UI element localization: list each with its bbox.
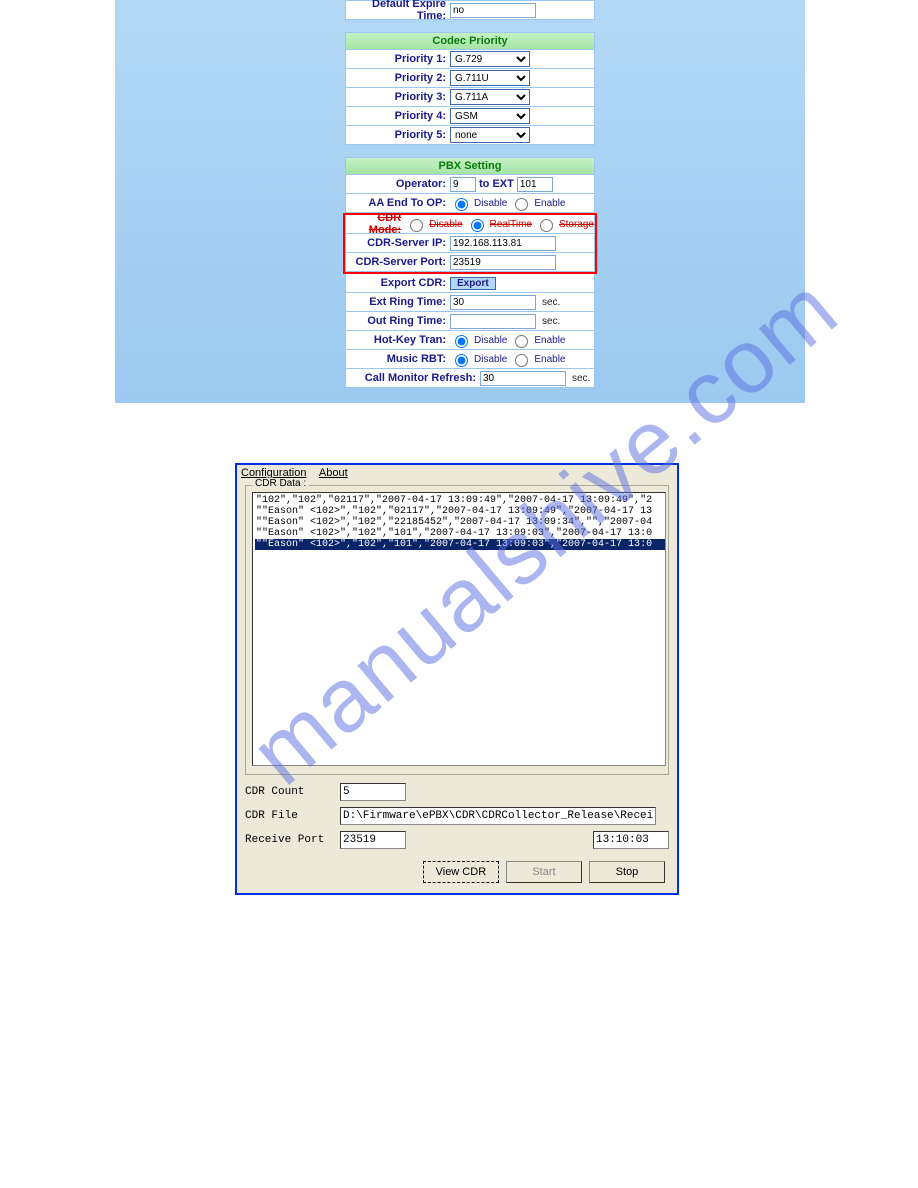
start-button[interactable]: Start [506, 861, 582, 883]
cdr-count-value [340, 783, 406, 801]
cdr-file-value [340, 807, 656, 825]
cdr-mode-disable-text: Disable [429, 219, 462, 230]
default-expire-label: Default Expire Time: [346, 0, 450, 22]
aa-end-disable-radio[interactable] [455, 198, 468, 211]
cdr-mode-storage-radio[interactable] [540, 219, 553, 232]
view-cdr-button[interactable]: View CDR [423, 861, 499, 883]
hotkey-enable-text: Enable [534, 335, 565, 346]
out-ring-label: Out Ring Time: [346, 315, 450, 327]
cdr-count-label: CDR Count [245, 786, 340, 798]
music-rbt-label: Music RBT: [346, 353, 450, 365]
cdr-data-listbox[interactable]: "102","102","02117","2007-04-17 13:09:49… [252, 492, 666, 766]
codec-priority-title: Codec Priority [345, 32, 595, 50]
priority-4-label: Priority 4: [346, 110, 450, 122]
priority-5-select[interactable]: none [450, 127, 530, 143]
ext-ring-label: Ext Ring Time: [346, 296, 450, 308]
cdr-server-port-input[interactable] [450, 255, 556, 270]
priority-2-select[interactable]: G.711U [450, 70, 530, 86]
hotkey-enable-radio[interactable] [515, 335, 528, 348]
aa-end-label: AA End To OP: [346, 197, 450, 209]
hotkey-disable-radio[interactable] [455, 335, 468, 348]
cdr-file-label: CDR File [245, 810, 340, 822]
priority-3-label: Priority 3: [346, 91, 450, 103]
cdr-mode-realtime-radio[interactable] [471, 219, 484, 232]
cdr-server-ip-input[interactable] [450, 236, 556, 251]
call-monitor-label: Call Monitor Refresh: [346, 372, 480, 384]
operator-input-1[interactable] [450, 177, 476, 192]
cdr-mode-realtime-text: RealTime [490, 219, 532, 230]
aa-end-enable-radio[interactable] [515, 198, 528, 211]
receive-time-value [593, 831, 669, 849]
cdr-data-title: CDR Data : [252, 478, 309, 489]
receive-port-value [340, 831, 406, 849]
cdr-fields: CDR Count CDR File Receive Port [245, 783, 669, 849]
music-rbt-disable-text: Disable [474, 354, 507, 365]
export-button[interactable]: Export [450, 277, 496, 290]
cdr-highlight-box: CDR Mode: Disable RealTime Storage CDR-S… [343, 213, 597, 274]
hotkey-label: Hot-Key Tran: [346, 334, 450, 346]
priority-5-label: Priority 5: [346, 129, 450, 141]
button-row: View CDR Start Stop [237, 855, 677, 893]
pbx-setting-title: PBX Setting [345, 157, 595, 175]
cdr-line-selected[interactable]: ""Eason" <102>","102","101","2007-04-17 … [255, 539, 665, 550]
cdr-mode-disable-radio[interactable] [410, 219, 423, 232]
receive-port-label: Receive Port [245, 834, 340, 846]
call-monitor-input[interactable] [480, 371, 566, 386]
call-monitor-unit: sec. [569, 373, 593, 384]
out-ring-unit: sec. [539, 316, 563, 327]
aa-end-enable-text: Enable [534, 198, 565, 209]
cdr-collector-window: Configuration About CDR Data : "102","10… [235, 463, 679, 895]
menu-about[interactable]: About [319, 467, 348, 479]
out-ring-input[interactable] [450, 314, 536, 329]
cdr-server-port-label: CDR-Server Port: [346, 256, 450, 268]
priority-3-select[interactable]: G.711A [450, 89, 530, 105]
priority-1-label: Priority 1: [346, 53, 450, 65]
operator-input-2[interactable] [517, 177, 553, 192]
cdr-data-groupbox: CDR Data : "102","102","02117","2007-04-… [245, 485, 669, 775]
operator-mid-text: to EXT [479, 178, 514, 190]
music-rbt-disable-radio[interactable] [455, 354, 468, 367]
operator-label: Operator: [346, 178, 450, 190]
export-cdr-label: Export CDR: [346, 277, 450, 289]
cdr-line[interactable]: ""Eason" <102>","102","02117","2007-04-1… [255, 506, 665, 517]
cdr-line[interactable]: "102","102","02117","2007-04-17 13:09:49… [255, 495, 665, 506]
cdr-mode-storage-text: Storage [559, 219, 594, 230]
aa-end-disable-text: Disable [474, 198, 507, 209]
ext-ring-input[interactable] [450, 295, 536, 310]
cdr-server-ip-label: CDR-Server IP: [346, 237, 450, 249]
pbx-web-panel: Default Expire Time: Codec Priority Prio… [115, 0, 805, 403]
cdr-line[interactable]: ""Eason" <102>","102","22185452","2007-0… [255, 517, 665, 528]
default-expire-input[interactable] [450, 3, 536, 18]
priority-4-select[interactable]: GSM [450, 108, 530, 124]
cdr-line[interactable]: ""Eason" <102>","102","101","2007-04-17 … [255, 528, 665, 539]
hotkey-disable-text: Disable [474, 335, 507, 346]
cdr-mode-label: CDR Mode: [346, 212, 405, 236]
music-rbt-enable-radio[interactable] [515, 354, 528, 367]
stop-button[interactable]: Stop [589, 861, 665, 883]
music-rbt-enable-text: Enable [534, 354, 565, 365]
priority-2-label: Priority 2: [346, 72, 450, 84]
ext-ring-unit: sec. [539, 297, 563, 308]
priority-1-select[interactable]: G.729 [450, 51, 530, 67]
